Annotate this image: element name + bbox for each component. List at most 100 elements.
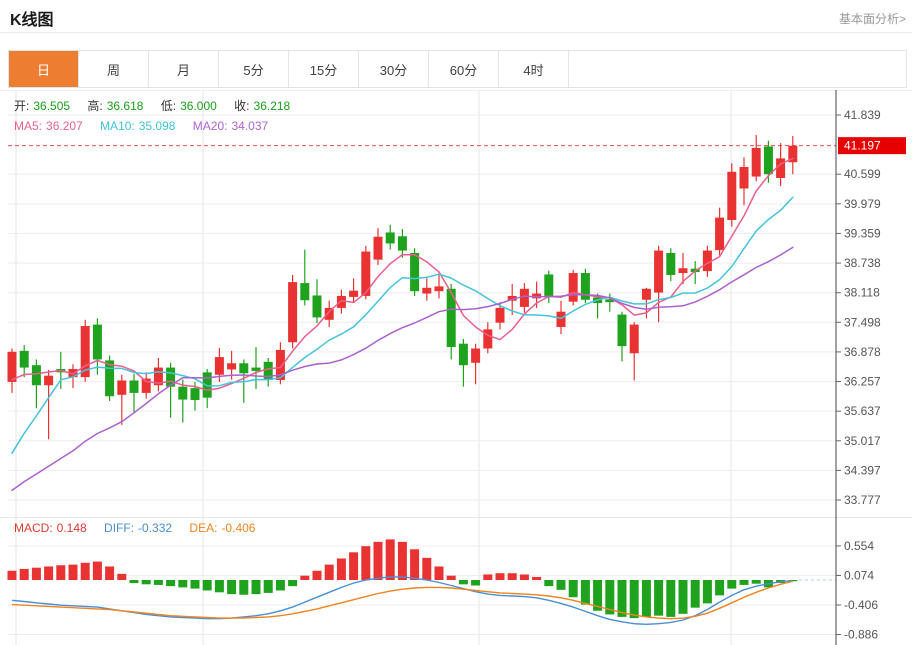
macd-bar-negative — [679, 580, 688, 614]
candle-down — [666, 253, 675, 275]
candle-down — [313, 295, 322, 317]
tab-15min[interactable]: 15分 — [289, 51, 359, 87]
high-label: 高: — [87, 99, 102, 113]
macd-bar-positive — [435, 566, 444, 580]
macd-bar-positive — [117, 574, 126, 580]
tab-5min[interactable]: 5分 — [219, 51, 289, 87]
macd-bar-positive — [44, 566, 53, 580]
macd-bar-negative — [215, 580, 224, 592]
macd-bar-positive — [300, 576, 309, 580]
dea-label: DEA: — [189, 521, 217, 535]
candle-up — [520, 289, 529, 307]
macd-bar-negative — [142, 580, 151, 584]
macd-bar-negative — [642, 580, 651, 617]
axis-tick-label: 39.979 — [844, 197, 881, 211]
close-label: 收: — [234, 99, 249, 113]
dea-value: -0.406 — [221, 521, 255, 535]
open-label: 开: — [14, 99, 29, 113]
tabbar-filler — [569, 51, 906, 87]
candle-down — [178, 387, 187, 400]
low-label: 低: — [161, 99, 176, 113]
macd-bar-negative — [630, 580, 639, 618]
tab-week[interactable]: 周 — [79, 51, 149, 87]
candle-up — [288, 282, 297, 342]
tab-4hour[interactable]: 4时 — [499, 51, 569, 87]
macd-bar-negative — [703, 580, 712, 603]
axis-tick-label: 0.554 — [844, 539, 874, 553]
main-chart-canvas[interactable]: 41.83940.59939.97939.35938.73838.11837.4… — [0, 90, 912, 517]
axis-tick-label: 36.878 — [844, 345, 881, 359]
candle-up — [374, 237, 383, 260]
candle-down — [191, 388, 200, 400]
ma20-value: 34.037 — [231, 119, 268, 133]
candle-down — [20, 351, 29, 368]
kline-page: { "header": { "title": "K线图", "link": "基… — [0, 0, 912, 645]
candle-up — [496, 308, 505, 323]
macd-bar-negative — [276, 580, 285, 590]
macd-histogram — [8, 539, 798, 618]
macd-bar-negative — [178, 580, 187, 587]
header-divider — [0, 32, 912, 33]
macd-bar-negative — [544, 580, 553, 586]
macd-bar-positive — [20, 569, 29, 580]
axis-tick-label: 34.397 — [844, 463, 881, 477]
macd-bar-negative — [569, 580, 578, 597]
macd-bar-positive — [496, 573, 505, 580]
axis-tick-label: 41.839 — [844, 108, 881, 122]
axis-tick-label: 38.738 — [844, 256, 881, 270]
candle-down — [252, 368, 261, 371]
macd-bar-positive — [325, 565, 334, 580]
candle-up — [8, 352, 17, 382]
tab-30min[interactable]: 30分 — [359, 51, 429, 87]
candle-up — [215, 357, 224, 375]
candle-down — [300, 283, 309, 300]
candle-up — [642, 289, 651, 300]
candle-up — [715, 218, 724, 250]
ma5-line — [12, 159, 793, 391]
macd-bar-positive — [398, 542, 407, 580]
macd-bar-negative — [288, 580, 297, 586]
macd-bar-positive — [374, 542, 383, 580]
macd-bar-positive — [386, 539, 395, 580]
tab-60min[interactable]: 60分 — [429, 51, 499, 87]
candle-down — [764, 146, 773, 174]
macd-bar-positive — [532, 577, 541, 580]
candle-down — [618, 315, 627, 347]
axis-tick-label: 33.777 — [844, 493, 881, 507]
axis-tick-label: -0.886 — [844, 627, 878, 641]
macd-label: MACD: — [14, 521, 53, 535]
page-title: K线图 — [10, 6, 54, 30]
candle-up — [117, 380, 126, 394]
macd-bar-negative — [191, 580, 200, 589]
macd-bar-negative — [227, 580, 236, 594]
candle-up — [422, 288, 431, 294]
candle-up — [727, 172, 736, 220]
macd-bar-positive — [313, 571, 322, 580]
tab-day[interactable]: 日 — [9, 51, 79, 87]
candle-up — [44, 376, 53, 386]
axis-tick-label: -0.406 — [844, 598, 878, 612]
macd-chart-canvas[interactable]: 0.5540.074-0.406-0.886 — [0, 517, 912, 645]
axis-tick-label: 35.017 — [844, 434, 881, 448]
macd-bar-positive — [508, 573, 517, 580]
dea-line — [12, 581, 793, 619]
ma20-label: MA20: — [193, 119, 228, 133]
macd-bar-positive — [32, 568, 41, 580]
macd-bar-positive — [483, 574, 492, 580]
macd-bar-negative — [715, 580, 724, 595]
open-value: 36.505 — [33, 99, 70, 113]
macd-bar-positive — [8, 571, 17, 580]
tab-month[interactable]: 月 — [149, 51, 219, 87]
axis-tick-label: 39.359 — [844, 226, 881, 240]
candle-down — [32, 365, 41, 385]
axis-tick-label: 36.257 — [844, 375, 881, 389]
candle-up — [471, 348, 480, 362]
macd-bar-positive — [447, 576, 456, 580]
fundamental-analysis-link[interactable]: 基本面分析> — [839, 10, 906, 27]
macd-bar-negative — [459, 580, 468, 584]
candle-up — [483, 329, 492, 348]
candle-up — [337, 296, 346, 308]
diff-label: DIFF: — [104, 521, 134, 535]
candle-down — [105, 360, 114, 396]
candle-up — [740, 167, 749, 188]
